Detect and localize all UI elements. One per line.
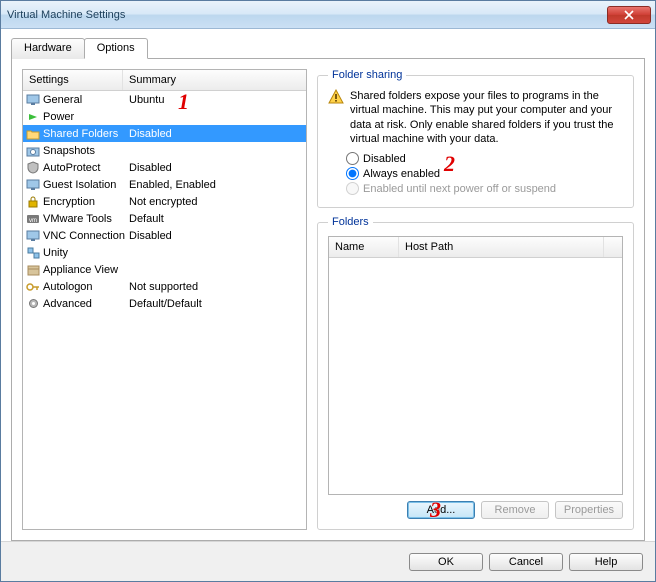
- folder-sharing-legend: Folder sharing: [328, 69, 406, 81]
- settings-item-name: Advanced: [41, 298, 125, 310]
- monitor-icon: [25, 178, 41, 192]
- key-icon: [25, 280, 41, 294]
- settings-item-snapshots[interactable]: Snapshots: [23, 142, 306, 159]
- camera-icon: [25, 144, 41, 158]
- settings-item-name: Unity: [41, 247, 125, 259]
- radio-disabled[interactable]: Disabled: [346, 152, 623, 165]
- settings-item-encryption[interactable]: EncryptionNot encrypted: [23, 193, 306, 210]
- settings-item-name: Guest Isolation: [41, 179, 125, 191]
- header-settings[interactable]: Settings: [23, 70, 123, 90]
- folder-icon: [25, 127, 41, 141]
- shield-icon: [25, 161, 41, 175]
- settings-item-summary: Ubuntu: [125, 94, 304, 106]
- monitor-icon: [25, 229, 41, 243]
- settings-item-name: Autologon: [41, 281, 125, 293]
- folder-sharing-group: Folder sharing Shared folders expose you…: [317, 69, 634, 208]
- settings-item-shared-folders[interactable]: Shared FoldersDisabled: [23, 125, 306, 142]
- add-button[interactable]: Add...: [407, 501, 475, 519]
- lock-icon: [25, 195, 41, 209]
- settings-item-autoprotect[interactable]: AutoProtectDisabled: [23, 159, 306, 176]
- window-title: Virtual Machine Settings: [7, 9, 607, 21]
- unity-icon: [25, 246, 41, 260]
- tab-options[interactable]: Options: [84, 38, 148, 59]
- settings-item-summary: Not supported: [125, 281, 304, 293]
- settings-item-name: VNC Connections: [41, 230, 125, 242]
- tabstrip: Hardware Options: [11, 37, 645, 59]
- settings-item-vmware-tools[interactable]: vm VMware ToolsDefault: [23, 210, 306, 227]
- properties-button: Properties: [555, 501, 623, 519]
- settings-item-summary: Disabled: [125, 128, 304, 140]
- radio-enabled-until: Enabled until next power off or suspend: [346, 182, 623, 195]
- folders-legend: Folders: [328, 216, 373, 228]
- folders-group: Folders Name Host Path Add... Remove Pro…: [317, 216, 634, 530]
- folders-table-header: Name Host Path: [329, 237, 622, 258]
- settings-item-name: AutoProtect: [41, 162, 125, 174]
- radio-always-enabled[interactable]: Always enabled: [346, 167, 623, 180]
- remove-button: Remove: [481, 501, 549, 519]
- settings-item-general[interactable]: GeneralUbuntu: [23, 91, 306, 108]
- settings-list-header: Settings Summary: [23, 70, 306, 91]
- settings-item-power[interactable]: Power: [23, 108, 306, 125]
- folders-table[interactable]: Name Host Path: [328, 236, 623, 495]
- settings-item-name: VMware Tools: [41, 213, 125, 225]
- folders-col-name[interactable]: Name: [329, 237, 399, 257]
- close-button[interactable]: [607, 6, 651, 24]
- vmw-icon: vm: [25, 212, 41, 226]
- ok-button[interactable]: OK: [409, 553, 483, 571]
- monitor-icon: [25, 93, 41, 107]
- settings-item-name: Shared Folders: [41, 128, 125, 140]
- settings-item-vnc-connections[interactable]: VNC ConnectionsDisabled: [23, 227, 306, 244]
- folders-col-hostpath[interactable]: Host Path: [399, 237, 604, 257]
- help-button[interactable]: Help: [569, 553, 643, 571]
- settings-item-name: Appliance View: [41, 264, 125, 276]
- vm-settings-window: Virtual Machine Settings Hardware Option…: [0, 0, 656, 582]
- settings-item-summary: Disabled: [125, 162, 304, 174]
- settings-item-autologon[interactable]: AutologonNot supported: [23, 278, 306, 295]
- settings-item-summary: Not encrypted: [125, 196, 304, 208]
- tab-hardware[interactable]: Hardware: [11, 38, 85, 59]
- settings-item-name: General: [41, 94, 125, 106]
- settings-item-summary: Enabled, Enabled: [125, 179, 304, 191]
- header-summary[interactable]: Summary: [123, 70, 306, 90]
- dialog-button-bar: OK Cancel Help: [1, 541, 655, 581]
- settings-item-name: Power: [41, 111, 125, 123]
- settings-item-advanced[interactable]: AdvancedDefault/Default: [23, 295, 306, 312]
- settings-item-summary: Default: [125, 213, 304, 225]
- folder-sharing-warning: Shared folders expose your files to prog…: [350, 89, 623, 146]
- titlebar: Virtual Machine Settings: [1, 1, 655, 29]
- settings-item-unity[interactable]: Unity: [23, 244, 306, 261]
- settings-item-name: Snapshots: [41, 145, 125, 157]
- settings-item-summary: Default/Default: [125, 298, 304, 310]
- settings-item-guest-isolation[interactable]: Guest IsolationEnabled, Enabled: [23, 176, 306, 193]
- box-icon: [25, 263, 41, 277]
- power-icon: [25, 110, 41, 124]
- svg-text:vm: vm: [29, 218, 37, 224]
- settings-item-summary: Disabled: [125, 230, 304, 242]
- cancel-button[interactable]: Cancel: [489, 553, 563, 571]
- settings-item-appliance-view[interactable]: Appliance View: [23, 261, 306, 278]
- settings-list: Settings Summary GeneralUbuntuPowerShare…: [22, 69, 307, 530]
- warning-icon: [328, 89, 344, 105]
- settings-item-name: Encryption: [41, 196, 125, 208]
- gear-icon: [25, 297, 41, 311]
- close-icon: [624, 10, 634, 20]
